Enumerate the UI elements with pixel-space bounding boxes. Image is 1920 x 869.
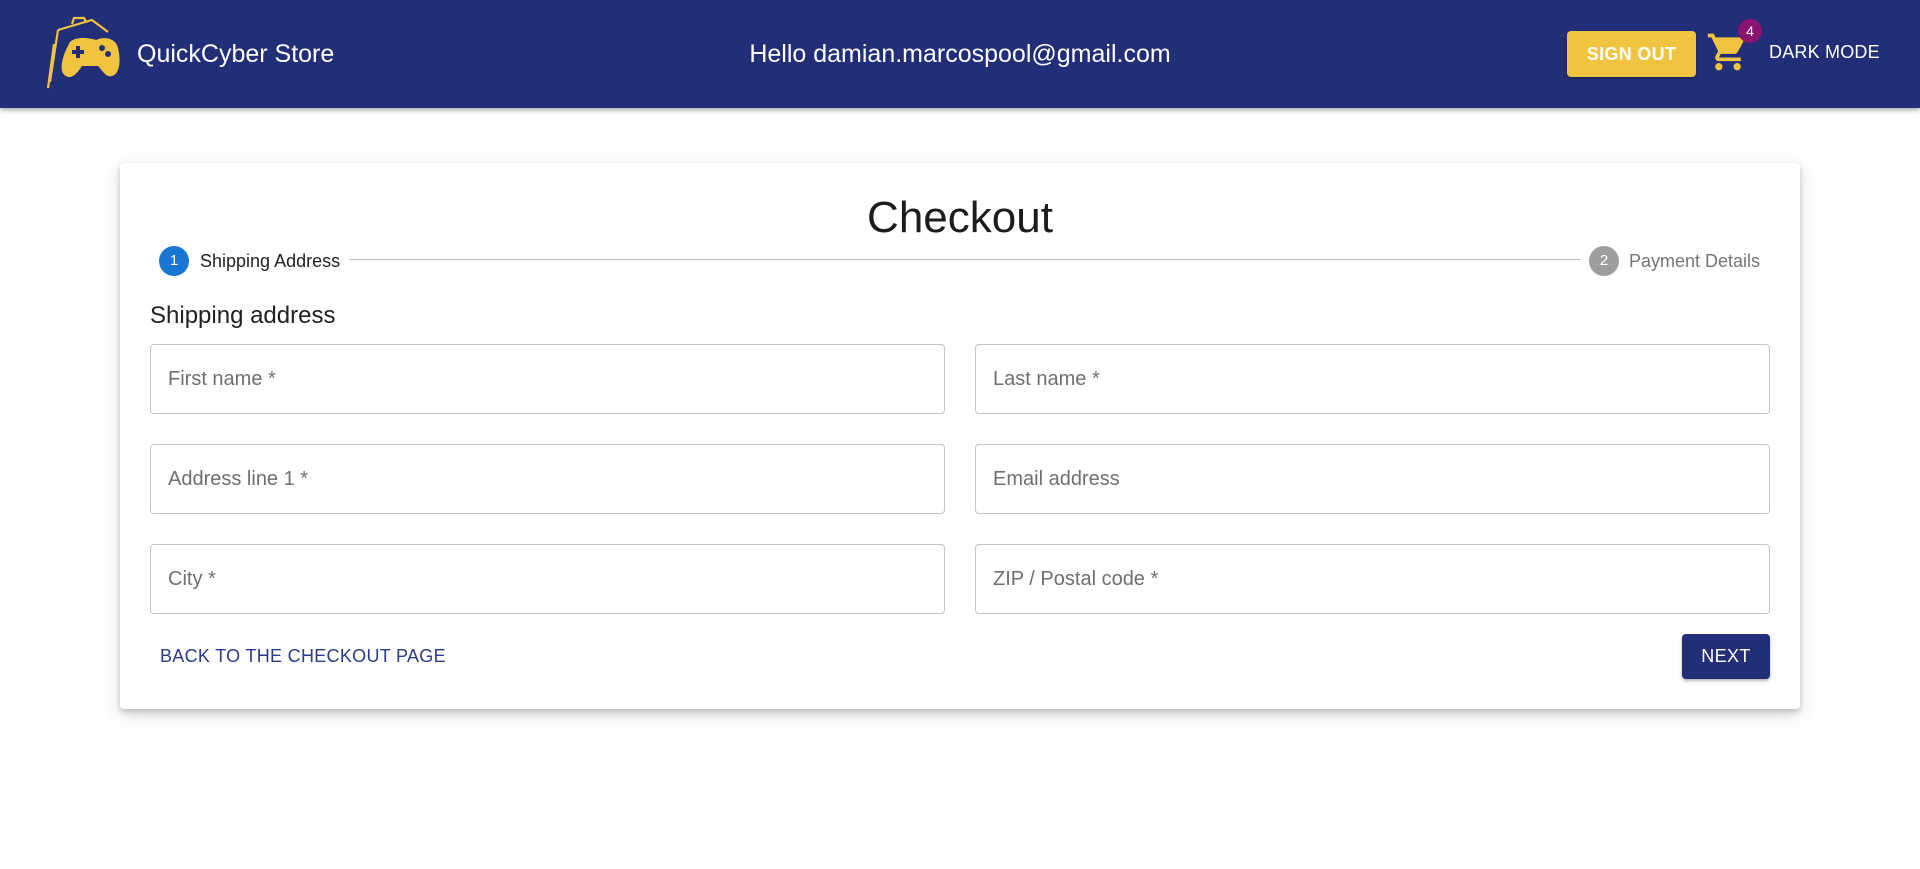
next-button[interactable]: NEXT: [1682, 634, 1770, 679]
address-line-1-field: [150, 444, 945, 514]
email-field: [975, 444, 1770, 514]
step-number-1: 1: [159, 246, 189, 276]
first-name-input[interactable]: [151, 345, 944, 413]
cart-count-badge: 4: [1738, 19, 1762, 43]
zip-input[interactable]: [976, 545, 1769, 613]
step-shipping-address: 1 Shipping Address: [159, 246, 340, 276]
app-bar: QuickCyber Store Hello damian.marcospool…: [0, 0, 1920, 108]
last-name-field: [975, 344, 1770, 414]
step-payment-details: 2 Payment Details: [1589, 246, 1760, 276]
email-input[interactable]: [976, 445, 1769, 513]
dark-mode-toggle[interactable]: DARK MODE: [1769, 42, 1880, 63]
section-title: Shipping address: [150, 302, 336, 329]
zip-field: [975, 544, 1770, 614]
back-to-checkout-link[interactable]: BACK TO THE CHECKOUT PAGE: [160, 646, 446, 667]
first-name-field: [150, 344, 945, 414]
stepper-connector: [349, 259, 1580, 260]
step-label-payment: Payment Details: [1629, 251, 1761, 271]
city-field: [150, 544, 945, 614]
gamepad-bag-icon[interactable]: [44, 16, 124, 92]
brand-name[interactable]: QuickCyber Store: [137, 40, 334, 69]
last-name-input[interactable]: [976, 345, 1769, 413]
step-number-2: 2: [1589, 246, 1619, 276]
page-title: Checkout: [867, 193, 1053, 242]
address-line-1-input[interactable]: [151, 445, 944, 513]
step-label-shipping: Shipping Address: [200, 251, 341, 271]
city-input[interactable]: [151, 545, 944, 613]
checkout-card: Checkout 1 Shipping Address 2 Payment De…: [120, 163, 1800, 709]
sign-out-button[interactable]: SIGN OUT: [1567, 31, 1696, 77]
